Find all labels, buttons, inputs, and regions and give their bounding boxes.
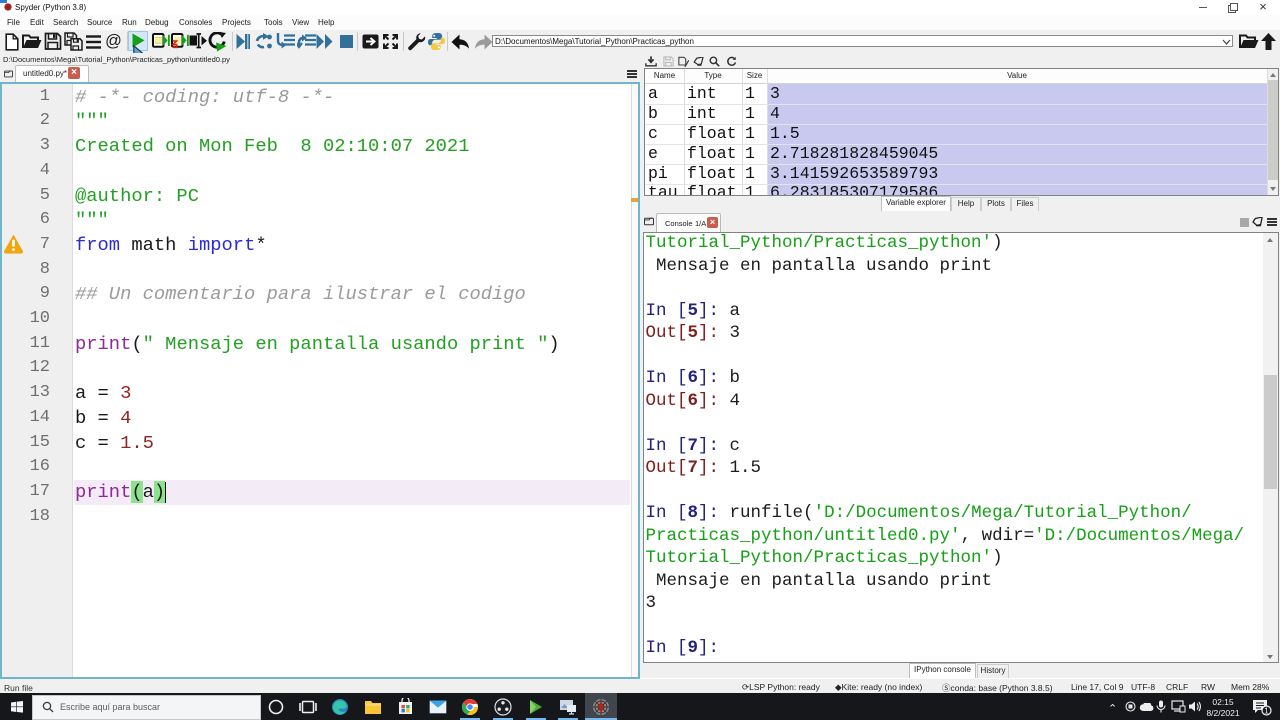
svg-text:1: 1 [1264,707,1269,716]
